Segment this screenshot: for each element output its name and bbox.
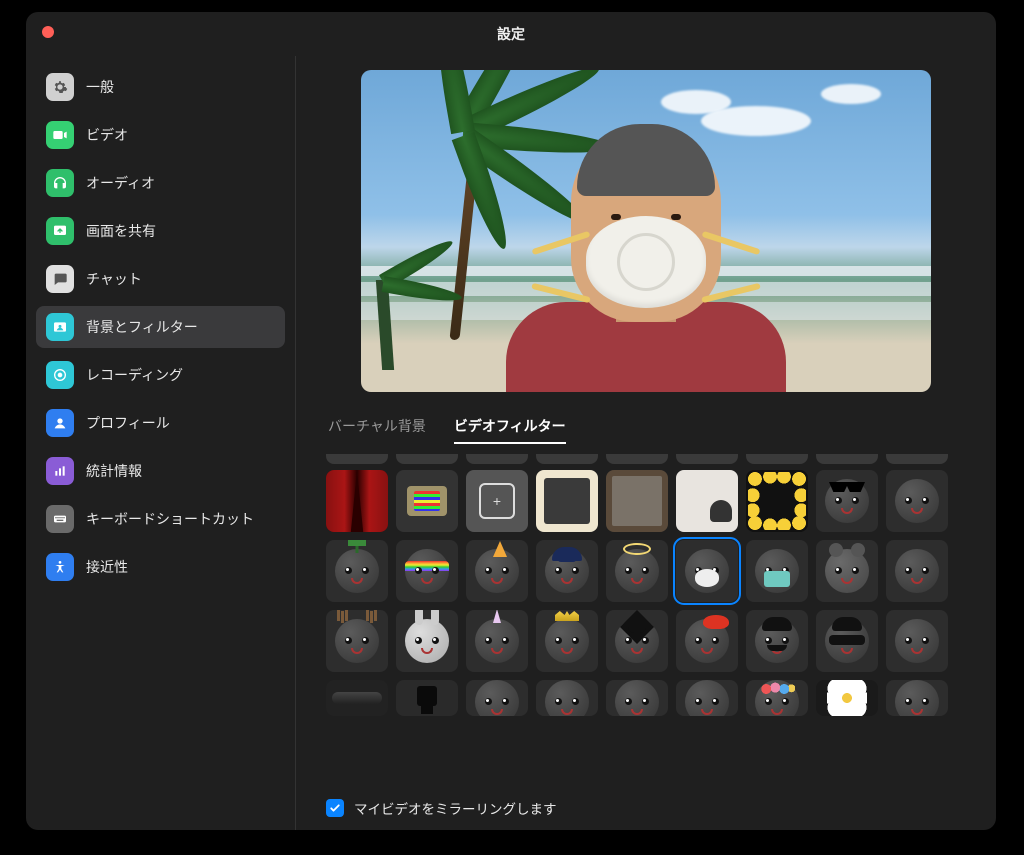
sidebar-item-label: ビデオ: [86, 125, 128, 145]
sidebar-item-headphones[interactable]: オーディオ: [36, 162, 285, 204]
chat-icon: [46, 265, 74, 293]
gear-icon: [46, 73, 74, 101]
filter-tabs: バーチャル背景 ビデオフィルター: [328, 416, 970, 444]
sidebar-item-label: レコーディング: [86, 365, 183, 385]
filter-grid: [324, 470, 970, 742]
sidebar-item-background-filters[interactable]: 背景とフィルター: [36, 306, 285, 348]
filter-placeholder-2[interactable]: [886, 540, 948, 602]
filter-baseball-cap[interactable]: [536, 540, 598, 602]
filter-wood-frame[interactable]: [606, 470, 668, 532]
sidebar-item-gear[interactable]: 一般: [36, 66, 285, 108]
filter-grid-container: [324, 454, 970, 786]
applied-filter-mask-icon: [586, 216, 706, 308]
sidebar-item-record[interactable]: レコーディング: [36, 354, 285, 396]
filter-cream-frame[interactable]: [536, 470, 598, 532]
video-icon: [46, 121, 74, 149]
filter-mouse-ears[interactable]: [816, 540, 878, 602]
filter-peek: [816, 454, 878, 464]
stats-icon: [46, 457, 74, 485]
filter-reindeer-antlers[interactable]: [326, 610, 388, 672]
profile-icon: [46, 409, 74, 437]
filter-pixel-sunglasses[interactable]: [816, 470, 878, 532]
filter-peek: [606, 454, 668, 464]
preview-person: [506, 132, 786, 392]
filter-peek: [326, 454, 388, 464]
filter-placeholder-3[interactable]: [886, 610, 948, 672]
settings-sidebar: 一般 ビデオ オーディオ 画面を共有 チャット 背景とフィルター レコーディング…: [26, 56, 296, 830]
filter-pirate-hat[interactable]: [326, 680, 388, 716]
sidebar-item-label: オーディオ: [86, 173, 155, 193]
filter-top-hat[interactable]: [396, 680, 458, 716]
filter-peek: [676, 454, 738, 464]
filter-daisy-flower[interactable]: [816, 680, 878, 716]
filter-bandit-mask[interactable]: [816, 610, 878, 672]
filter-bunny-ears[interactable]: [396, 610, 458, 672]
sidebar-item-label: キーボードショートカット: [86, 509, 254, 529]
filter-graduation-cap[interactable]: [606, 610, 668, 672]
window-title: 設定: [497, 24, 525, 44]
sidebar-item-label: 一般: [86, 77, 114, 97]
filter-mustache-bowler[interactable]: [746, 610, 808, 672]
mirror-video-checkbox[interactable]: [326, 799, 344, 817]
filter-retro-tv[interactable]: [396, 470, 458, 532]
sidebar-item-label: 背景とフィルター: [86, 317, 198, 337]
sidebar-item-share-screen[interactable]: 画面を共有: [36, 210, 285, 252]
filter-room-silhouette[interactable]: [676, 470, 738, 532]
filter-dark-face-3[interactable]: [606, 680, 668, 716]
filter-placeholder-1[interactable]: [886, 470, 948, 532]
filter-mask-n95[interactable]: [676, 540, 738, 602]
filter-mask-surgical[interactable]: [746, 540, 808, 602]
settings-window: 設定 一般 ビデオ オーディオ 画面を共有 チャット 背景とフィルター レコーデ…: [26, 12, 996, 830]
filter-peek: [396, 454, 458, 464]
sidebar-item-profile[interactable]: プロフィール: [36, 402, 285, 444]
filter-theater-frame[interactable]: [326, 470, 388, 532]
mirror-video-row[interactable]: マイビデオをミラーリングします: [322, 798, 970, 818]
sidebar-item-label: 接近性: [86, 557, 128, 577]
filter-unicorn-horn[interactable]: [466, 610, 528, 672]
sidebar-item-stats[interactable]: 統計情報: [36, 450, 285, 492]
filter-peek: [466, 454, 528, 464]
filter-sprout[interactable]: [326, 540, 388, 602]
filter-emoji-frame[interactable]: [746, 470, 808, 532]
window-controls: [42, 26, 54, 38]
share-screen-icon: [46, 217, 74, 245]
filter-peek: [536, 454, 598, 464]
sidebar-item-label: チャット: [86, 269, 142, 289]
filter-angel-halo[interactable]: [606, 540, 668, 602]
keyboard-icon: [46, 505, 74, 533]
close-window-button[interactable]: [42, 26, 54, 38]
filter-focus-reticle[interactable]: [466, 470, 528, 532]
tab-virtual-background[interactable]: バーチャル背景: [328, 416, 426, 444]
filter-peek: [886, 454, 948, 464]
sidebar-item-label: 統計情報: [86, 461, 142, 481]
filter-rainbow[interactable]: [396, 540, 458, 602]
filter-peek: [746, 454, 808, 464]
tab-video-filters[interactable]: ビデオフィルター: [454, 416, 566, 444]
record-icon: [46, 361, 74, 389]
sidebar-item-video[interactable]: ビデオ: [36, 114, 285, 156]
accessibility-icon: [46, 553, 74, 581]
sidebar-item-label: プロフィール: [86, 413, 170, 433]
filter-flower-crown[interactable]: [746, 680, 808, 716]
filter-royal-crown[interactable]: [536, 610, 598, 672]
sidebar-item-keyboard[interactable]: キーボードショートカット: [36, 498, 285, 540]
mirror-video-label: マイビデオをミラーリングします: [354, 798, 557, 818]
filter-dark-face-2[interactable]: [536, 680, 598, 716]
filter-party-hat[interactable]: [466, 540, 528, 602]
filter-placeholder-4[interactable]: [886, 680, 948, 716]
sidebar-item-accessibility[interactable]: 接近性: [36, 546, 285, 588]
background-filters-icon: [46, 313, 74, 341]
filter-dark-face-4[interactable]: [676, 680, 738, 716]
sidebar-item-label: 画面を共有: [86, 221, 156, 241]
filter-dark-face-1[interactable]: [466, 680, 528, 716]
sidebar-item-chat[interactable]: チャット: [36, 258, 285, 300]
headphones-icon: [46, 169, 74, 197]
filter-red-beret[interactable]: [676, 610, 738, 672]
settings-main: バーチャル背景 ビデオフィルター マイビデオをミラーリングします: [296, 56, 996, 830]
titlebar: 設定: [26, 12, 996, 56]
video-preview: [361, 70, 931, 392]
